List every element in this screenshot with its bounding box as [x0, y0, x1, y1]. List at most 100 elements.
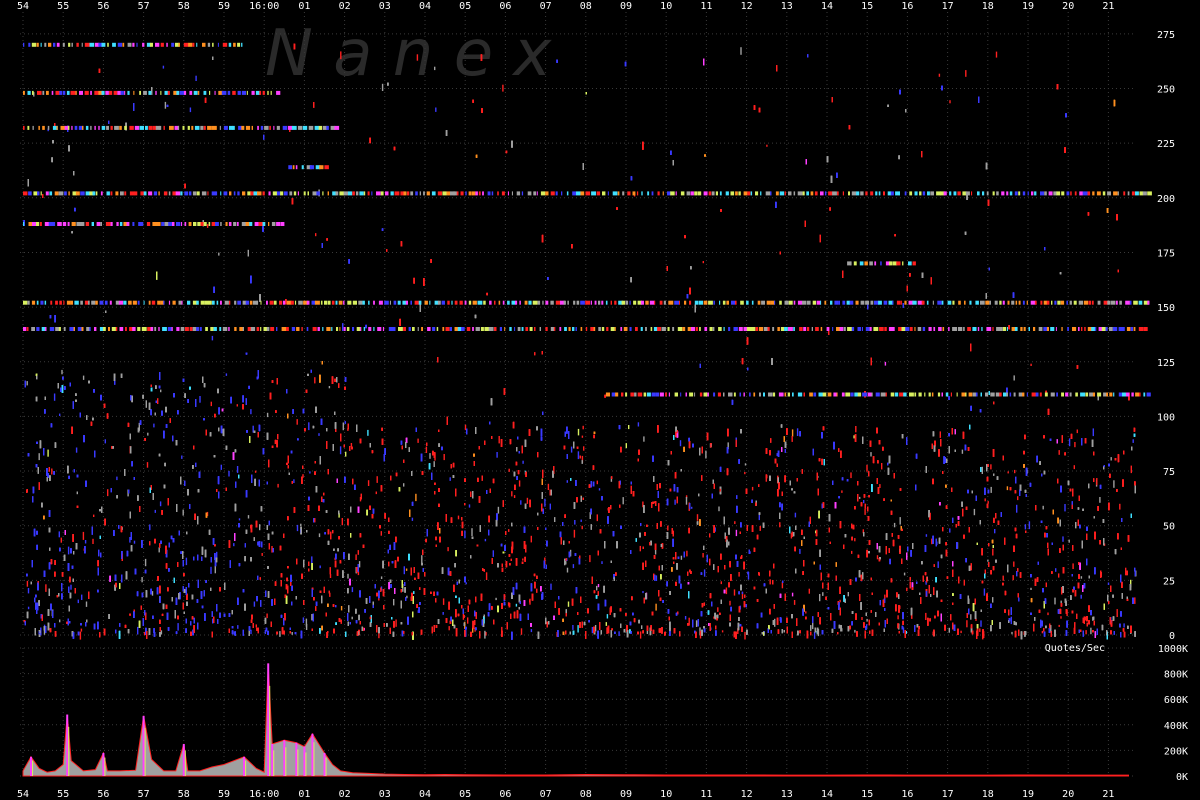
quote-tick — [596, 585, 598, 591]
quote-tick — [319, 565, 321, 569]
quote-tick — [594, 625, 597, 632]
quote-tick — [606, 627, 608, 634]
quote-tick — [870, 452, 872, 457]
quote-tick — [596, 480, 598, 485]
quote-tick — [581, 525, 583, 530]
quote-tick — [980, 620, 982, 627]
quote-tick — [688, 617, 690, 626]
quote-tick — [341, 518, 343, 526]
quote-tick — [717, 607, 719, 612]
quote-tick — [144, 558, 147, 567]
quote-tick — [544, 498, 546, 507]
quote-tick — [153, 423, 155, 428]
quote-tick — [983, 588, 986, 596]
quote-tick — [157, 398, 159, 404]
quote-tick — [48, 467, 50, 472]
quote-tick — [994, 529, 996, 534]
quote-tick — [855, 426, 857, 433]
quote-tick — [1011, 631, 1013, 635]
quote-tick — [784, 448, 786, 453]
quote-tick — [189, 107, 192, 113]
quote-tick — [181, 455, 183, 459]
quote-tick — [146, 462, 149, 468]
quote-tick — [859, 496, 861, 499]
quote-tick — [853, 435, 855, 439]
quote-tick — [1016, 504, 1018, 513]
quote-tick — [581, 435, 584, 438]
quote-tick — [495, 597, 497, 601]
quote-tick — [992, 597, 994, 603]
quote-tick — [866, 464, 868, 472]
quote-tick — [1076, 429, 1078, 434]
quote-tick — [948, 627, 950, 633]
quote-tick — [1062, 536, 1064, 542]
quote-tick — [311, 556, 313, 564]
quote-tick — [906, 587, 908, 592]
quote-tick — [164, 101, 167, 109]
quote-tick — [1041, 630, 1044, 634]
quote-tick — [26, 580, 29, 587]
quote-tick — [182, 509, 184, 516]
quote-tick — [58, 531, 60, 538]
quote-tick — [1068, 539, 1070, 543]
quote-tick — [357, 571, 360, 576]
quote-tick — [812, 622, 814, 630]
quote-tick — [566, 567, 569, 573]
quote-tick — [791, 592, 794, 597]
quote-tick — [703, 569, 706, 577]
quote-tick — [1030, 587, 1032, 590]
quote-tick — [255, 624, 257, 628]
quote-tick — [961, 449, 964, 454]
quote-tick — [293, 479, 295, 483]
quote-tick — [266, 613, 268, 619]
quote-tick — [211, 335, 214, 341]
quote-tick — [573, 529, 576, 538]
quote-tick — [881, 463, 883, 470]
quote-tick — [691, 506, 693, 509]
quote-tick — [406, 595, 408, 599]
quote-tick — [1132, 439, 1134, 443]
quote-tick — [443, 454, 445, 461]
quote-tick — [162, 65, 165, 69]
quote-tick — [380, 531, 382, 536]
quote-tick — [735, 529, 738, 537]
quote-tick — [1080, 576, 1083, 579]
quote-tick — [884, 594, 886, 599]
quote-tick — [177, 623, 179, 631]
quote-tick — [641, 625, 643, 629]
quote-tick — [794, 512, 797, 518]
quote-tick — [329, 574, 332, 578]
quote-tick — [308, 422, 310, 431]
quote-tick — [572, 625, 574, 630]
quote-tick — [601, 561, 603, 564]
quote-tick — [572, 564, 575, 569]
quote-tick — [484, 630, 486, 639]
quote-tick — [740, 47, 742, 55]
quote-tick — [375, 491, 377, 495]
nanex-quote-chart: N a n e x 54 55 56 57 58 59 16:00 01 02 03 04 05 06 0… — [0, 0, 1200, 800]
quote-tick — [210, 566, 212, 574]
quote-tick — [318, 433, 320, 436]
quote-tick — [851, 550, 853, 554]
quote-tick — [59, 413, 61, 416]
quote-tick — [839, 599, 841, 603]
quote-tick — [51, 468, 53, 475]
quote-tick — [266, 412, 269, 418]
quote-tick — [1085, 630, 1087, 635]
quote-tick — [570, 446, 573, 453]
quote-tick — [393, 599, 395, 606]
quote-tick — [84, 540, 87, 544]
quote-tick — [518, 480, 521, 487]
quote-tick — [520, 500, 522, 505]
quote-tick — [680, 555, 683, 560]
quote-tick — [718, 506, 720, 512]
quote-tick — [340, 51, 342, 60]
quote-tick — [981, 466, 983, 474]
quote-tick — [133, 540, 136, 544]
quote-tick — [751, 486, 754, 491]
quote-tick — [79, 631, 82, 640]
quote-tick — [970, 614, 972, 620]
quote-tick — [350, 443, 353, 447]
quote-tick — [67, 546, 70, 555]
quote-tick — [137, 626, 139, 635]
